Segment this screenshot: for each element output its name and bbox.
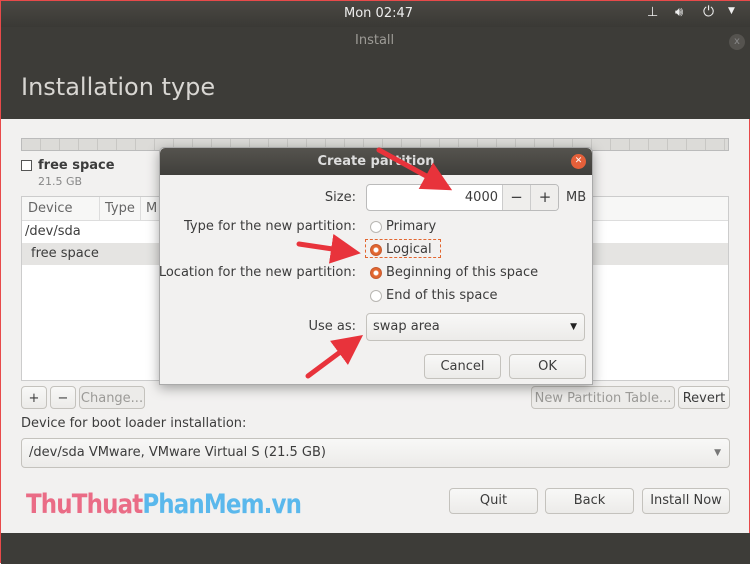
arrow-logical [296, 233, 361, 264]
arrow-size [376, 147, 453, 191]
annotation-arrows [296, 147, 453, 379]
arrow-use-as [305, 335, 364, 379]
